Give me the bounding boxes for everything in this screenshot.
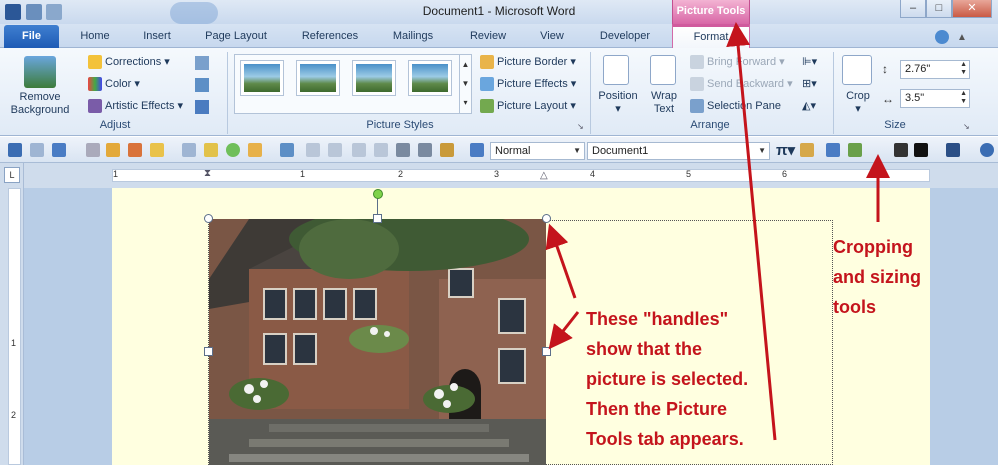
arrow-to-top-right-handle bbox=[545, 223, 577, 299]
arrow-to-right-handle bbox=[548, 311, 580, 350]
arrow-to-picture-tools bbox=[726, 22, 777, 441]
annotation-arrows bbox=[545, 22, 890, 441]
